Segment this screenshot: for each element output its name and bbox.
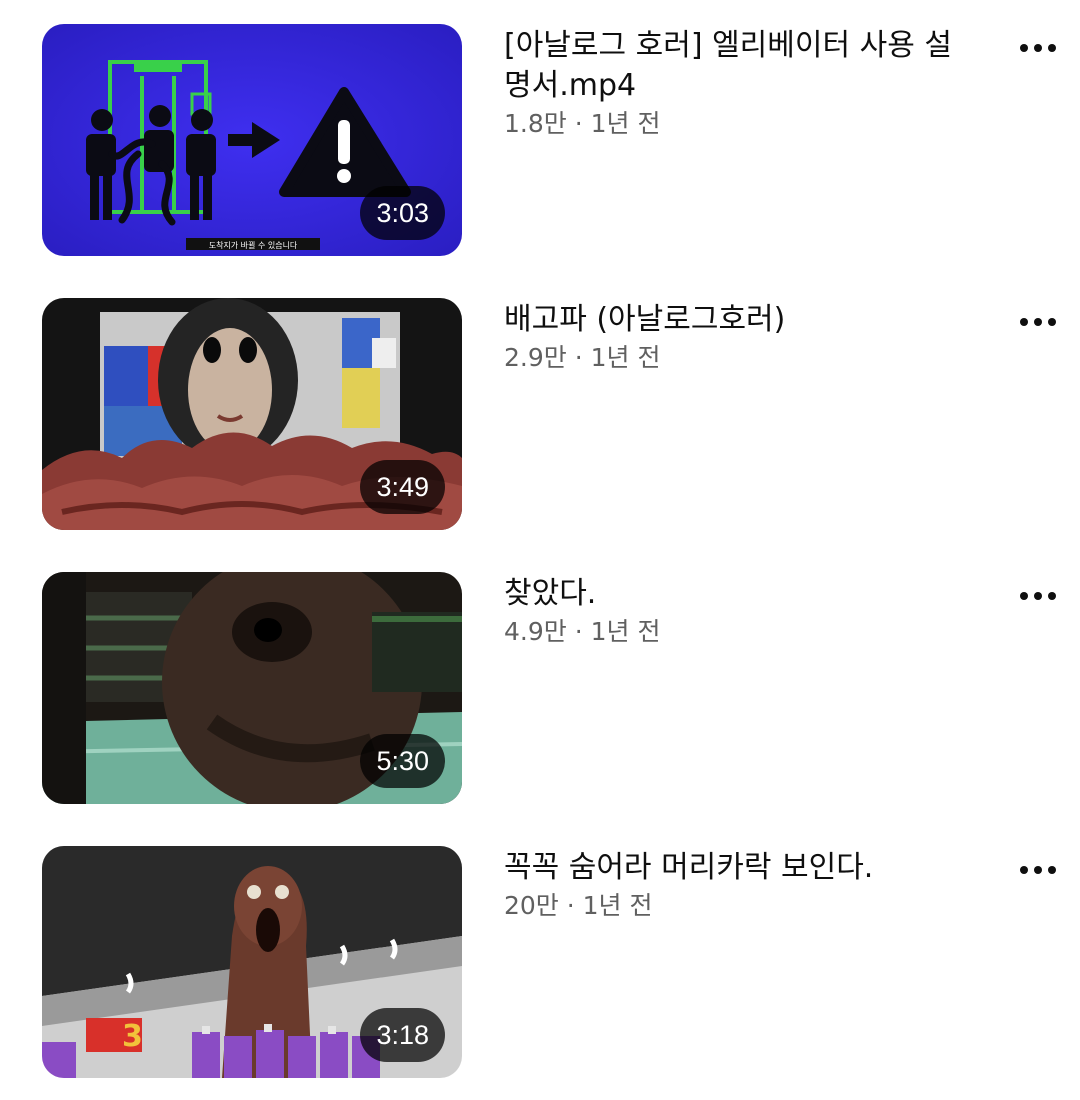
more-options-icon[interactable] (1020, 858, 1056, 882)
video-thumbnail[interactable]: 도착지가 바뀔 수 있습니다 3:03 (42, 24, 462, 256)
video-meta: 2.9만 · 1년 전 (504, 343, 661, 372)
video-item[interactable]: 5:30 찾았다. 4.9만 · 1년 전 (0, 572, 1080, 804)
video-meta: 20만 · 1년 전 (504, 891, 653, 920)
video-duration: 3:03 (360, 186, 445, 240)
more-options-icon[interactable] (1020, 584, 1056, 608)
video-thumbnail[interactable]: 3:49 (42, 298, 462, 530)
video-title[interactable]: [아날로그 호러] 엘리베이터 사용 설명서.mp4 (504, 26, 974, 106)
video-thumbnail[interactable]: 3 3:18 (42, 846, 462, 1078)
video-duration: 3:18 (360, 1008, 445, 1062)
more-options-icon[interactable] (1020, 310, 1056, 334)
video-title[interactable]: 꼭꼭 숨어라 머리카락 보인다. (504, 848, 974, 888)
video-info[interactable]: [아날로그 호러] 엘리베이터 사용 설명서.mp4 1.8만 · 1년 전 (504, 26, 974, 141)
video-duration: 5:30 (360, 734, 445, 788)
video-title[interactable]: 찾았다. (504, 574, 974, 614)
video-meta: 1.8만 · 1년 전 (504, 109, 661, 138)
thumbnail-sign: 3 (122, 1019, 143, 1054)
video-item[interactable]: 3 3:18 꼭꼭 숨어라 머리카락 보인다. 20만 · 1년 전 (0, 846, 1080, 1078)
video-item[interactable]: 도착지가 바뀔 수 있습니다 3:03 [아날로그 호러] 엘리베이터 사용 설… (0, 24, 1080, 256)
video-thumbnail[interactable]: 5:30 (42, 572, 462, 804)
video-duration: 3:49 (360, 460, 445, 514)
video-info[interactable]: 배고파 (아날로그호러) 2.9만 · 1년 전 (504, 300, 974, 375)
video-info[interactable]: 찾았다. 4.9만 · 1년 전 (504, 574, 974, 649)
more-options-icon[interactable] (1020, 36, 1056, 60)
thumbnail-caption: 도착지가 바뀔 수 있습니다 (209, 240, 298, 250)
video-meta: 4.9만 · 1년 전 (504, 617, 661, 646)
video-title[interactable]: 배고파 (아날로그호러) (504, 300, 974, 340)
video-item[interactable]: 3:49 배고파 (아날로그호러) 2.9만 · 1년 전 (0, 298, 1080, 530)
video-info[interactable]: 꼭꼭 숨어라 머리카락 보인다. 20만 · 1년 전 (504, 848, 974, 923)
